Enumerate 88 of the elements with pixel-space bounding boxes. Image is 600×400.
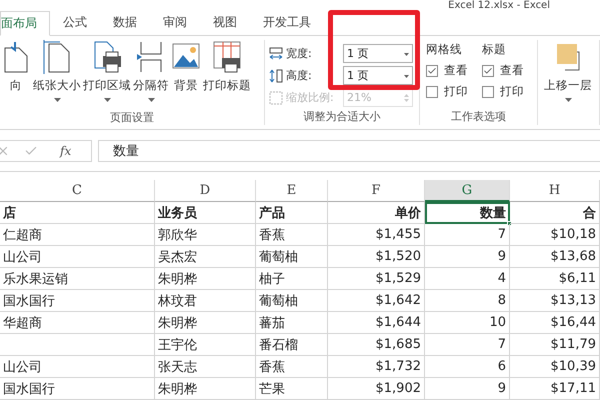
- table-cell: 林玟君: [155, 290, 256, 312]
- table-cell: $13,68: [510, 246, 600, 268]
- table-cell: $11,79: [510, 334, 600, 356]
- table-cell: 国水国行: [0, 290, 155, 312]
- column-header[interactable]: E: [256, 180, 328, 202]
- table-cell: $1,520: [328, 246, 425, 268]
- ribbon-button[interactable]: 分隔符: [132, 40, 170, 110]
- insert-function-button[interactable]: fx: [60, 144, 72, 158]
- table-cell: 9: [425, 246, 510, 268]
- ribbon-button[interactable]: 纸张大小: [32, 40, 82, 110]
- group-label: 页面设置: [109, 110, 155, 126]
- table-cell: 柚子: [256, 268, 328, 290]
- table-cell: 朱明桦: [155, 378, 256, 400]
- table-cell: 合: [510, 202, 600, 224]
- group-label: 工作表选项: [450, 109, 507, 126]
- table-cell: 王宇伦: [155, 334, 256, 356]
- table-cell: $17,11: [510, 378, 600, 400]
- ribbon-button[interactable]: 向: [0, 40, 32, 110]
- table-cell: $1,455: [328, 224, 425, 246]
- table-cell: $16,44: [510, 312, 600, 334]
- table-cell: 8: [425, 290, 510, 312]
- table-cell: 香蕉: [256, 224, 328, 246]
- table-cell: 山公司: [0, 356, 155, 378]
- table-cell: $1,642: [328, 290, 425, 312]
- table-cell: 葡萄柚: [256, 290, 328, 312]
- dropdown-field[interactable]: 1 页: [343, 44, 413, 64]
- ribbon-tab[interactable]: 面布局: [0, 11, 50, 36]
- table-cell: $10,39: [510, 356, 600, 378]
- ribbon-button[interactable]: 背景: [170, 40, 202, 110]
- checkbox-label: 打印: [444, 84, 468, 100]
- group-label: 调整为合适大小: [302, 109, 382, 126]
- table-cell: 芒果: [256, 378, 328, 400]
- table-cell: $1,685: [328, 334, 425, 356]
- table-cell: 国水国行: [0, 378, 155, 400]
- table-cell: 7: [425, 224, 510, 246]
- table-cell: 6: [425, 356, 510, 378]
- field-label: 缩放比例:: [286, 90, 335, 106]
- table-cell: 9: [425, 378, 510, 400]
- table-cell: $1,732: [328, 356, 425, 378]
- column-header[interactable]: D: [155, 180, 256, 202]
- table-cell: 番石榴: [256, 334, 328, 356]
- table-cell: 4: [425, 268, 510, 290]
- table-cell: 华超商: [0, 312, 155, 334]
- ribbon-tab[interactable]: 审阅: [150, 10, 200, 36]
- ribbon-button[interactable]: 打印区域: [82, 40, 132, 110]
- column-header[interactable]: H: [510, 180, 600, 202]
- table-cell: 7: [425, 334, 510, 356]
- table-cell: $1,529: [328, 268, 425, 290]
- table-cell: 乐水果运销: [0, 268, 155, 290]
- field-label: 高度:: [286, 68, 313, 84]
- window-title: Excel 12.xlsx - Excel: [448, 0, 550, 12]
- ribbon-tab[interactable]: 视图: [200, 10, 250, 36]
- table-cell: $6,11: [510, 268, 600, 290]
- dropdown-field[interactable]: 1 页: [343, 66, 413, 86]
- checkbox-label: 查看: [444, 63, 468, 78]
- table-cell: 店: [0, 202, 155, 224]
- table-cell: $1,644: [328, 312, 425, 334]
- ribbon-button[interactable]: 上移一层: [538, 40, 593, 110]
- table-cell: 朱明桦: [155, 312, 256, 334]
- option-heading: 网格线: [426, 42, 463, 58]
- table-cell: 单价: [328, 202, 425, 224]
- field-label: 宽度:: [286, 46, 313, 62]
- ribbon-tab[interactable]: 开发工具: [250, 10, 324, 36]
- checkbox-label: 查看: [500, 63, 524, 78]
- table-cell: 郭欣华: [155, 224, 256, 246]
- ribbon-tab[interactable]: 数据: [100, 10, 150, 36]
- column-header[interactable]: G: [425, 180, 510, 202]
- table-cell: 仁超商: [0, 224, 155, 246]
- table-cell: 葡萄柚: [256, 246, 328, 268]
- table-cell: 山公司: [0, 246, 155, 268]
- formula-input[interactable]: 数量: [98, 140, 600, 162]
- table-cell: 朱明桦: [155, 268, 256, 290]
- table-cell: 产品: [256, 202, 328, 224]
- option-heading: 标题: [482, 42, 507, 58]
- table-cell: 吴杰宏: [155, 246, 256, 268]
- table-cell: $13,13: [510, 290, 600, 312]
- checkbox-label: 打印: [500, 84, 524, 100]
- ribbon-button[interactable]: 打印标题: [202, 40, 252, 110]
- table-cell: 数量: [425, 202, 510, 224]
- table-cell: 香蕉: [256, 356, 328, 378]
- table-cell: $10,18: [510, 224, 600, 246]
- table-cell: 张天志: [155, 356, 256, 378]
- table-cell: 业务员: [155, 202, 256, 224]
- ribbon-tab[interactable]: 公式: [50, 10, 100, 36]
- table-cell: 10: [425, 312, 510, 334]
- column-header[interactable]: C: [0, 180, 155, 202]
- table-cell: 蕃茄: [256, 312, 328, 334]
- table-cell: $1,902: [328, 378, 425, 400]
